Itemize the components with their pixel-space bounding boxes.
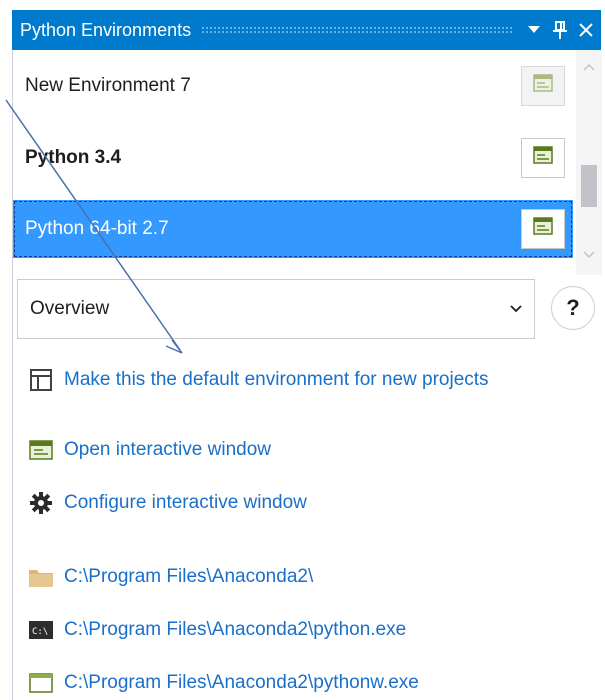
environments-panel: New Environment 7 Python 3.4 Python 64-b…: [12, 50, 602, 700]
interactive-window-icon: [28, 437, 54, 463]
scroll-up-icon[interactable]: [576, 54, 602, 80]
windowed-interpreter-path-link[interactable]: C:\Program Files\Anaconda2\pythonw.exe: [28, 667, 419, 699]
window-icon: [28, 670, 54, 696]
configure-interactive-label: Configure interactive window: [64, 492, 307, 513]
open-interactive-button[interactable]: [521, 138, 565, 178]
view-select-value: Overview: [30, 298, 110, 319]
gear-icon: [28, 490, 54, 516]
scroll-down-icon[interactable]: [576, 242, 602, 268]
close-icon[interactable]: [575, 15, 597, 45]
window-title: Python Environments: [20, 19, 192, 40]
environment-name: Python 3.4: [25, 147, 122, 168]
svg-text:C:\: C:\: [32, 627, 48, 637]
console-icon: C:\: [28, 617, 54, 643]
help-button[interactable]: ?: [551, 286, 595, 330]
scrollbar-thumb[interactable]: [581, 165, 597, 207]
prefix-path-link[interactable]: C:\Program Files\Anaconda2\: [28, 561, 313, 593]
interactive-window-icon: [533, 74, 553, 98]
configure-interactive-link[interactable]: Configure interactive window: [28, 487, 307, 519]
open-interactive-label: Open interactive window: [64, 439, 271, 460]
make-default-label: Make this the default environment for ne…: [64, 369, 489, 390]
pin-icon[interactable]: [549, 15, 571, 45]
environment-item-python-3-4[interactable]: Python 3.4: [13, 129, 573, 187]
layout-icon: [28, 367, 54, 393]
interpreter-path-link[interactable]: C:\ C:\Program Files\Anaconda2\python.ex…: [28, 614, 406, 646]
view-select[interactable]: Overview: [17, 279, 535, 339]
chevron-down-icon: [498, 305, 534, 313]
environment-name: Python 64-bit 2.7: [25, 218, 169, 239]
interactive-window-icon: [533, 146, 553, 170]
windowed-interpreter-path-label: C:\Program Files\Anaconda2\pythonw.exe: [64, 672, 419, 693]
interactive-window-icon: [533, 217, 553, 241]
open-interactive-link[interactable]: Open interactive window: [28, 434, 271, 466]
folder-icon: [28, 564, 54, 590]
open-interactive-button[interactable]: [521, 209, 565, 249]
environment-list-scrollbar[interactable]: [576, 50, 602, 275]
prefix-path-label: C:\Program Files\Anaconda2\: [64, 566, 314, 587]
make-default-link[interactable]: Make this the default environment for ne…: [28, 364, 489, 396]
environment-name: New Environment 7: [25, 75, 191, 96]
dropdown-arrow-icon[interactable]: [523, 15, 545, 45]
environment-list: New Environment 7 Python 3.4 Python 64-b…: [13, 50, 573, 275]
tool-window-titlebar: Python Environments: [12, 10, 601, 50]
open-interactive-button[interactable]: [521, 66, 565, 106]
environment-item-new-environment-7[interactable]: New Environment 7: [13, 57, 573, 115]
titlebar-grip[interactable]: [201, 26, 513, 34]
environment-item-python-64-bit-2-7[interactable]: Python 64-bit 2.7: [13, 200, 573, 258]
interpreter-path-label: C:\Program Files\Anaconda2\python.exe: [64, 619, 407, 640]
